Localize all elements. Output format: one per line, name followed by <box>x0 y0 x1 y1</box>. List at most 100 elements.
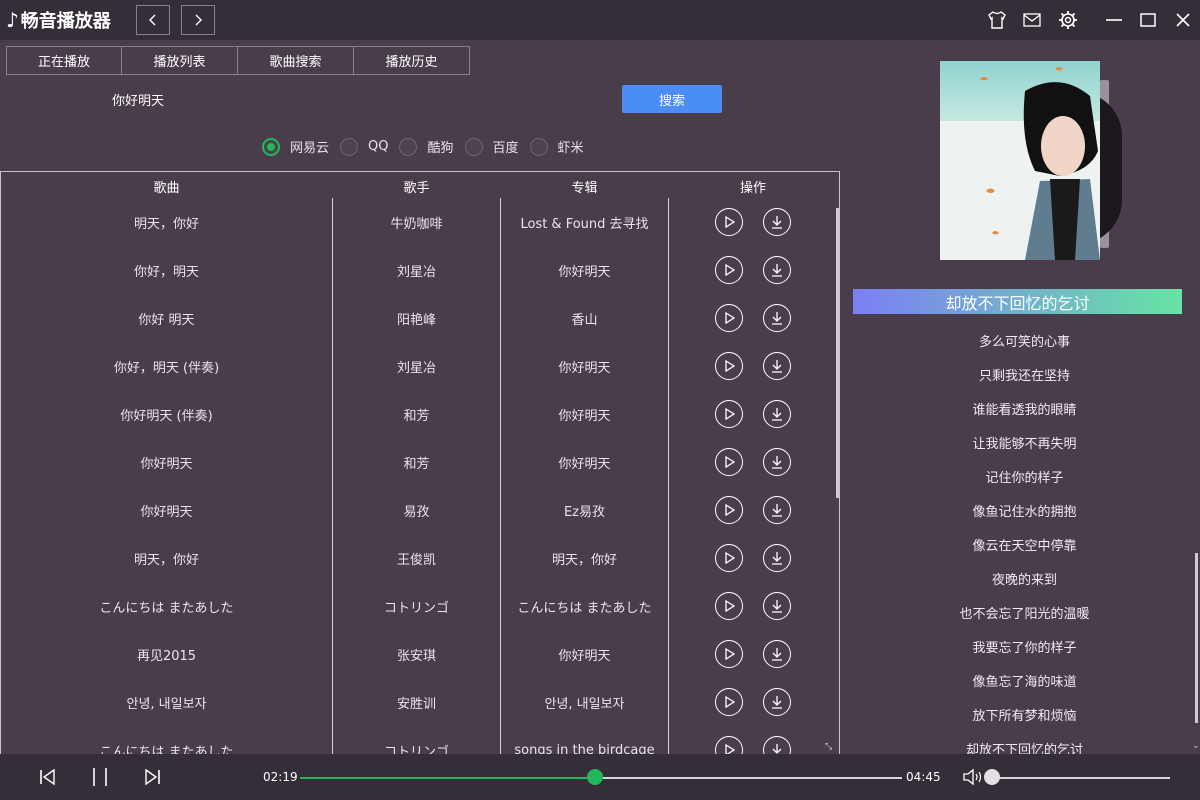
header-artist: 歌手 <box>403 181 430 196</box>
song-album: 안녕, 내일보자 <box>544 696 625 712</box>
table-row[interactable]: こんにちは またあした コトリンゴ こんにちは またあした <box>1 582 839 630</box>
volume-handle[interactable] <box>984 769 1000 785</box>
music-note-icon: ♪ <box>6 8 19 32</box>
radio-icon[interactable] <box>529 137 548 156</box>
lyric-line: 多么可笑的心事 <box>978 334 1070 350</box>
source-option-xiami[interactable]: 虾米 <box>529 137 584 156</box>
maximize-icon <box>1140 13 1156 27</box>
song-title: 안녕, 내일보자 <box>126 696 207 712</box>
download-icon[interactable] <box>763 304 791 332</box>
radio-icon[interactable] <box>340 137 359 156</box>
previous-button[interactable] <box>38 768 56 786</box>
table-row[interactable]: 你好 明天 阳艳峰 香山 <box>1 294 839 342</box>
table-row[interactable]: 你好明天 (伴奏) 和芳 你好明天 <box>1 390 839 438</box>
tab-history[interactable]: 播放历史 <box>354 46 470 75</box>
volume-track[interactable] <box>990 777 1170 779</box>
song-title: 你好明天 (伴奏) <box>120 408 213 424</box>
play-icon[interactable] <box>715 208 743 236</box>
message-button[interactable] <box>1020 8 1044 32</box>
download-icon[interactable] <box>763 592 791 620</box>
search-input[interactable] <box>112 86 602 112</box>
album-cover-art <box>940 61 1100 260</box>
table-row[interactable]: 明天，你好 王俊凯 明天，你好 <box>1 534 839 582</box>
play-icon[interactable] <box>715 544 743 572</box>
table-row[interactable]: 你好明天 易孜 Ez易孜 <box>1 486 839 534</box>
row-actions <box>669 630 837 678</box>
lyrics-scrollbar[interactable] <box>1195 553 1198 723</box>
volume-button[interactable] <box>962 768 984 786</box>
song-title: 你好明天 <box>140 504 193 520</box>
table-row[interactable]: 안녕, 내일보자 安胜训 안녕, 내일보자 <box>1 678 839 726</box>
close-button[interactable] <box>1171 8 1195 32</box>
back-button[interactable] <box>136 5 170 35</box>
maximize-button[interactable] <box>1136 8 1160 32</box>
radio-icon[interactable] <box>399 137 418 156</box>
table-header: 歌曲 歌手 专辑 操作 <box>1 172 839 198</box>
download-icon[interactable] <box>763 400 791 428</box>
progress-handle[interactable] <box>586 769 603 785</box>
source-label: QQ <box>368 139 389 154</box>
play-icon[interactable] <box>715 256 743 284</box>
settings-button[interactable] <box>1056 8 1080 32</box>
play-icon[interactable] <box>715 400 743 428</box>
source-option-kugou[interactable]: 酷狗 <box>399 137 454 156</box>
source-option-baidu[interactable]: 百度 <box>464 137 519 156</box>
song-album: 香山 <box>571 312 598 328</box>
download-icon[interactable] <box>763 256 791 284</box>
table-row[interactable]: こんにちは またあした コトリンゴ songs in the birdcage <box>1 726 839 754</box>
tab-playlist[interactable]: 播放列表 <box>122 46 238 75</box>
pause-button[interactable] <box>88 768 112 786</box>
song-album: こんにちは またあした <box>517 600 652 616</box>
download-icon[interactable] <box>763 352 791 380</box>
current-lyric: 却放不下回忆的乞讨 <box>853 289 1182 314</box>
table-row[interactable]: 再见2015 张安琪 你好明天 <box>1 630 839 678</box>
forward-button[interactable] <box>181 5 215 35</box>
row-actions <box>669 246 837 294</box>
song-title: 再见2015 <box>136 648 197 664</box>
table-scrollbar[interactable] <box>836 208 839 498</box>
download-icon[interactable] <box>763 448 791 476</box>
tab-song-search[interactable]: 歌曲搜索 <box>238 46 354 75</box>
table-row[interactable]: 你好，明天 (伴奏) 刘星冶 你好明天 <box>1 342 839 390</box>
source-label: 虾米 <box>557 141 584 156</box>
play-icon[interactable] <box>715 640 743 668</box>
source-option-netease[interactable]: 网易云 <box>262 137 329 156</box>
chevron-down-icon[interactable]: ⌄ <box>1192 741 1200 751</box>
minimize-button[interactable] <box>1102 8 1126 32</box>
play-icon[interactable] <box>715 448 743 476</box>
download-icon[interactable] <box>763 496 791 524</box>
radio-checked-icon[interactable] <box>262 137 280 156</box>
play-icon[interactable] <box>715 352 743 380</box>
play-icon[interactable] <box>715 736 743 754</box>
lyrics-list[interactable]: 多么可笑的心事 只剩我还在坚持 谁能看透我的眼睛 让我能够不再失明 记住你的样子 像鱼记住… <box>853 323 1196 765</box>
lyric-line: 谁能看透我的眼睛 <box>972 402 1077 418</box>
download-icon[interactable] <box>763 208 791 236</box>
lyric-line: 像云在天空中停靠 <box>972 538 1077 554</box>
table-row[interactable]: 你好明天 和芳 你好明天 <box>1 438 839 486</box>
download-icon[interactable] <box>763 640 791 668</box>
song-title: 你好明天 <box>140 456 193 472</box>
next-button[interactable] <box>144 768 162 786</box>
table-row[interactable]: 明天，你好 牛奶咖啡 Lost & Found 去寻找 <box>1 198 839 246</box>
song-title: 你好，明天 <box>133 264 199 280</box>
gear-icon <box>1059 11 1077 29</box>
lyric-line: 只剩我还在坚持 <box>978 368 1070 384</box>
play-icon[interactable] <box>715 592 743 620</box>
table-row[interactable]: 你好，明天 刘星冶 你好明天 <box>1 246 839 294</box>
radio-icon[interactable] <box>464 137 483 156</box>
song-title: 你好，明天 (伴奏) <box>113 360 220 376</box>
row-actions <box>669 198 837 246</box>
tab-now-playing[interactable]: 正在播放 <box>6 46 122 75</box>
search-button[interactable]: 搜索 <box>622 85 722 113</box>
play-icon[interactable] <box>715 304 743 332</box>
download-icon[interactable] <box>763 544 791 572</box>
chevron-left-icon <box>149 14 156 26</box>
play-icon[interactable] <box>715 688 743 716</box>
download-icon[interactable] <box>763 736 791 754</box>
source-option-qq[interactable]: QQ <box>340 137 389 156</box>
skin-button[interactable] <box>985 8 1009 32</box>
tshirt-icon <box>988 11 1006 29</box>
song-artist: 刘星冶 <box>396 360 436 376</box>
play-icon[interactable] <box>715 496 743 524</box>
download-icon[interactable] <box>763 688 791 716</box>
